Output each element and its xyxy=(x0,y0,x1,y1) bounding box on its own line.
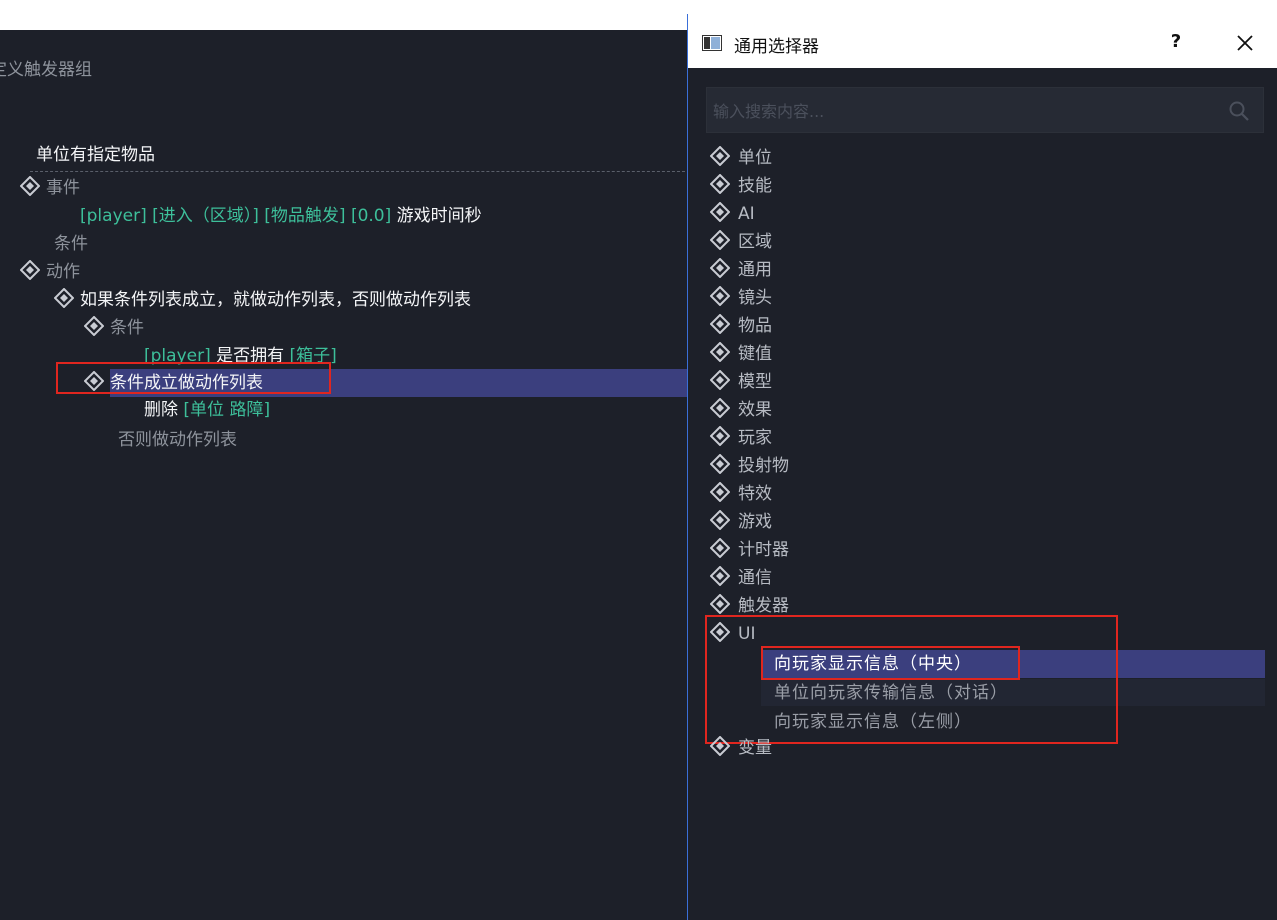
annotation-box xyxy=(705,615,1118,744)
trigger-group-title: 定义触发器组 xyxy=(0,60,92,80)
category-item[interactable]: 技能 xyxy=(710,172,772,200)
category-item[interactable]: 触发器 xyxy=(710,592,789,620)
diamond-icon xyxy=(54,288,74,308)
diamond-icon xyxy=(710,230,730,250)
events-label: 事件 xyxy=(46,178,80,198)
category-item[interactable]: 单位 xyxy=(710,144,772,172)
conditions-node[interactable]: 条件 xyxy=(54,231,88,257)
category-item[interactable]: 键值 xyxy=(710,340,772,368)
category-label: 效果 xyxy=(738,400,772,420)
actions-node[interactable]: 动作 xyxy=(20,259,80,285)
diamond-icon xyxy=(710,398,730,418)
category-item[interactable]: 通信 xyxy=(710,564,772,592)
diamond-icon xyxy=(710,174,730,194)
delete-action[interactable]: 删除 [单位 路障] xyxy=(144,397,270,423)
if-action-label: 如果条件列表成立，就做动作列表，否则做动作列表 xyxy=(80,290,471,310)
diamond-icon xyxy=(710,622,730,642)
diamond-icon xyxy=(84,316,104,336)
actions-label: 动作 xyxy=(46,262,80,282)
category-label: AI xyxy=(738,204,755,224)
event-params[interactable]: [player] [进入（区域）] [物品触发] [0.0] xyxy=(80,206,391,226)
help-button[interactable]: ? xyxy=(1164,30,1188,54)
diamond-icon xyxy=(710,538,730,558)
diamond-icon xyxy=(710,258,730,278)
diamond-icon xyxy=(710,566,730,586)
trigger-editor-panel: 定义触发器组 单位有指定物品 事件 [player] [进入（区域）] [物品触… xyxy=(0,30,690,920)
diamond-icon xyxy=(710,510,730,530)
diamond-icon xyxy=(20,176,40,196)
category-label: 物品 xyxy=(738,316,772,336)
category-item[interactable]: 模型 xyxy=(710,368,772,396)
annotation-box xyxy=(56,362,331,394)
category-item[interactable]: AI xyxy=(710,200,755,228)
if-conditions-node[interactable]: 条件 xyxy=(84,315,144,341)
close-icon[interactable] xyxy=(1232,30,1258,56)
delete-text: 删除 xyxy=(144,400,178,420)
diamond-icon xyxy=(710,202,730,222)
category-label: 游戏 xyxy=(738,512,772,532)
category-label: 特效 xyxy=(738,484,772,504)
diamond-icon xyxy=(710,736,730,756)
diamond-icon xyxy=(710,314,730,334)
category-item[interactable]: 区域 xyxy=(710,228,772,256)
diamond-icon xyxy=(710,342,730,362)
dialog-title: 通用选择器 xyxy=(734,37,819,57)
category-item[interactable]: 游戏 xyxy=(710,508,772,536)
if-action-node[interactable]: 如果条件列表成立，就做动作列表，否则做动作列表 xyxy=(54,287,471,313)
diamond-icon xyxy=(710,146,730,166)
category-item[interactable]: 计时器 xyxy=(710,536,789,564)
event-suffix: 游戏时间秒 xyxy=(396,206,482,226)
generic-selector-dialog: 通用选择器 ? 向玩家显示信息（中央） 单位向玩家传输信息（对话） 向玩家显示信… xyxy=(687,14,1277,920)
diamond-icon xyxy=(20,260,40,280)
category-item[interactable]: 特效 xyxy=(710,480,772,508)
category-label: 通用 xyxy=(738,260,772,280)
category-label: 计时器 xyxy=(738,540,789,560)
category-label: 通信 xyxy=(738,568,772,588)
category-label: 触发器 xyxy=(738,596,789,616)
category-label: 技能 xyxy=(738,176,772,196)
diamond-icon xyxy=(710,426,730,446)
search-box[interactable] xyxy=(706,87,1264,134)
event-entry[interactable]: [player] [进入（区域）] [物品触发] [0.0] 游戏时间秒 xyxy=(80,203,482,229)
search-icon[interactable] xyxy=(1227,99,1251,123)
events-node[interactable]: 事件 xyxy=(20,175,80,201)
category-item[interactable]: 效果 xyxy=(710,396,772,424)
title-bar[interactable]: 通用选择器 ? xyxy=(688,14,1277,68)
category-item[interactable]: 玩家 xyxy=(710,424,772,452)
search-input[interactable] xyxy=(707,88,1215,134)
diamond-icon xyxy=(710,594,730,614)
trigger-name[interactable]: 单位有指定物品 xyxy=(36,142,155,168)
delete-target[interactable]: [单位 路障] xyxy=(183,400,270,420)
if-conditions-label: 条件 xyxy=(110,318,144,338)
category-label: 玩家 xyxy=(738,428,772,448)
category-label: UI xyxy=(738,624,756,644)
diamond-icon xyxy=(710,370,730,390)
category-label: 键值 xyxy=(738,344,772,364)
category-label: 区域 xyxy=(738,232,772,252)
category-item[interactable]: 投射物 xyxy=(710,452,789,480)
window-icon xyxy=(702,35,722,51)
diamond-icon xyxy=(710,454,730,474)
category-item[interactable]: 物品 xyxy=(710,312,772,340)
category-item[interactable]: UI xyxy=(710,620,755,648)
separator xyxy=(30,171,690,172)
category-label: 镜头 xyxy=(738,288,772,308)
category-label: 模型 xyxy=(738,372,772,392)
category-item[interactable]: 镜头 xyxy=(710,284,772,312)
category-item[interactable]: 变量 xyxy=(710,734,772,762)
diamond-icon xyxy=(710,286,730,306)
category-label: 变量 xyxy=(738,738,772,758)
category-label: 单位 xyxy=(738,148,772,168)
diamond-icon xyxy=(710,482,730,502)
category-label: 投射物 xyxy=(738,456,789,476)
category-item[interactable]: 通用 xyxy=(710,256,772,284)
else-actions-node[interactable]: 否则做动作列表 xyxy=(118,427,237,453)
